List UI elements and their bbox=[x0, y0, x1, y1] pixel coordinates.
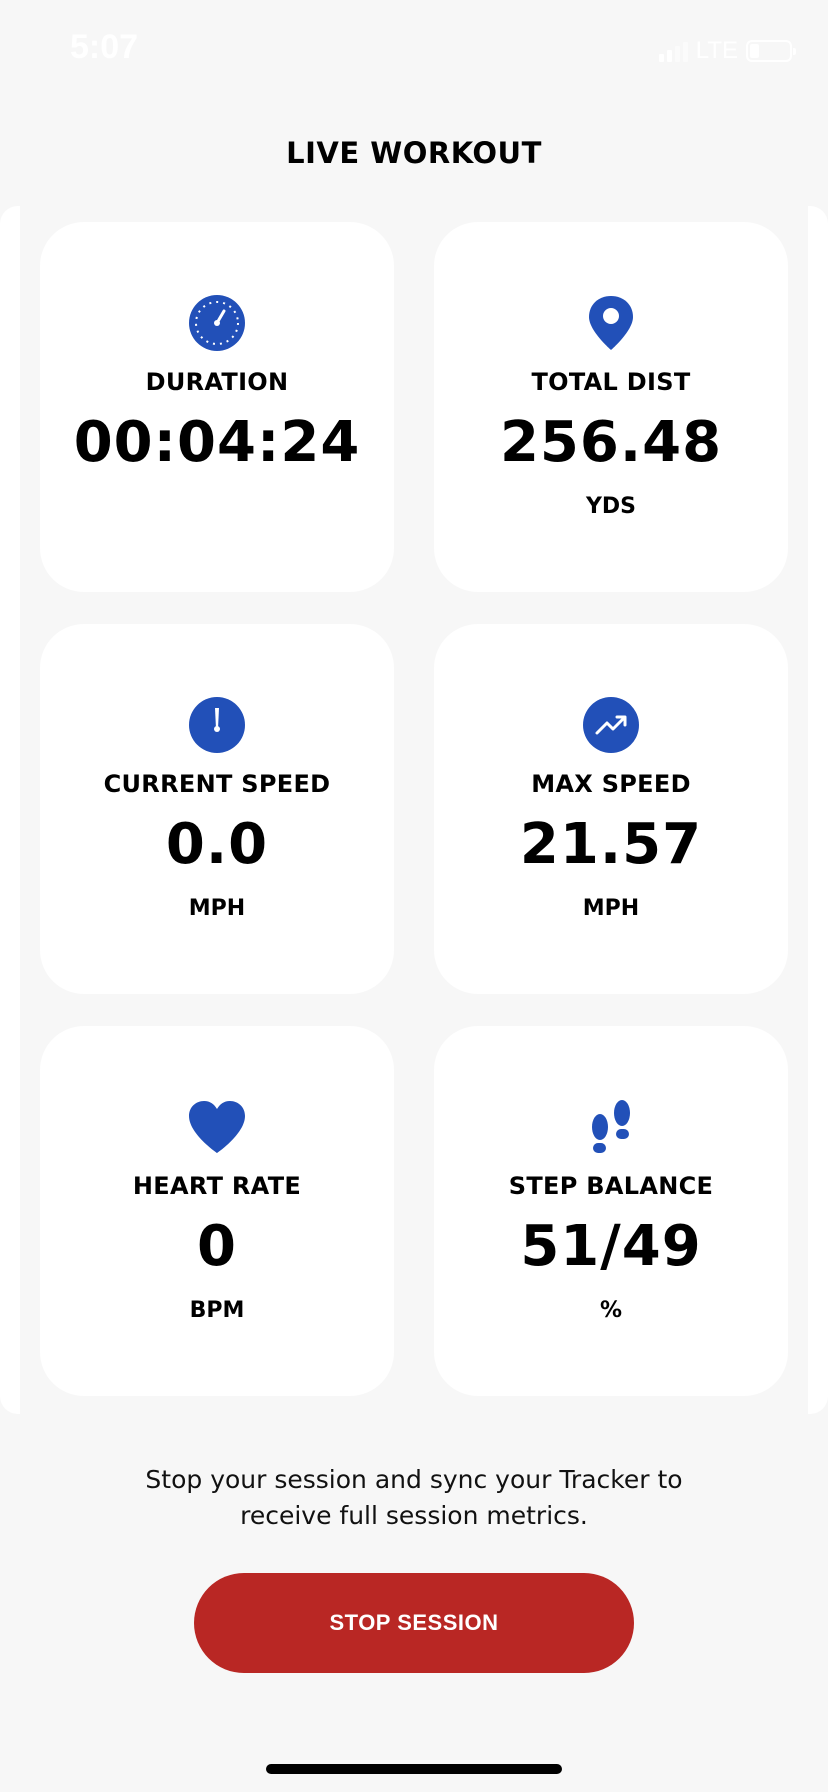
step-balance-card: STEP BALANCE 51/49 % bbox=[434, 1026, 788, 1396]
heart-rate-unit: BPM bbox=[189, 1298, 245, 1323]
duration-card: DURATION 00:04:24 bbox=[40, 222, 394, 592]
duration-label: DURATION bbox=[145, 368, 289, 396]
step-balance-unit: % bbox=[599, 1298, 623, 1323]
signal-icon bbox=[658, 40, 688, 62]
max-speed-label: MAX SPEED bbox=[531, 770, 691, 798]
current-speed-value: 0.0 bbox=[165, 812, 269, 877]
status-time: 5:07 bbox=[70, 28, 139, 66]
current-speed-label: CURRENT SPEED bbox=[103, 770, 331, 798]
battery-icon bbox=[746, 40, 796, 62]
page-title: LIVE WORKOUT bbox=[286, 136, 542, 170]
heart-rate-value: 0 bbox=[197, 1214, 237, 1279]
status-indicators: LTE bbox=[658, 36, 796, 66]
stopwatch-icon bbox=[40, 292, 394, 354]
total-distance-label: TOTAL DIST bbox=[531, 368, 691, 396]
trend-up-icon bbox=[434, 694, 788, 756]
footsteps-icon bbox=[434, 1096, 788, 1158]
total-distance-unit: YDS bbox=[585, 494, 637, 519]
heart-icon bbox=[40, 1096, 394, 1158]
stop-session-button[interactable]: STOP SESSION bbox=[194, 1573, 634, 1673]
max-speed-card: MAX SPEED 21.57 MPH bbox=[434, 624, 788, 994]
current-speed-card: CURRENT SPEED 0.0 MPH bbox=[40, 624, 394, 994]
current-speed-unit: MPH bbox=[188, 896, 246, 921]
step-balance-value: 51/49 bbox=[520, 1214, 702, 1279]
metrics-grid: DURATION 00:04:24 TOTAL DIST 256.48 YDS bbox=[20, 206, 808, 1414]
total-distance-value: 256.48 bbox=[499, 410, 723, 475]
sync-instruction-text: Stop your session and sync your Tracker … bbox=[145, 1465, 683, 1530]
max-speed-unit: MPH bbox=[582, 896, 640, 921]
home-indicator[interactable] bbox=[266, 1764, 562, 1774]
step-balance-label: STEP BALANCE bbox=[508, 1172, 714, 1200]
metrics-panel: DURATION 00:04:24 TOTAL DIST 256.48 YDS bbox=[0, 206, 828, 1414]
location-pin-icon bbox=[434, 292, 788, 354]
network-type: LTE bbox=[695, 37, 738, 64]
status-bar: 5:07 LTE bbox=[0, 0, 828, 100]
heart-rate-card: HEART RATE 0 BPM bbox=[40, 1026, 394, 1396]
gauge-icon bbox=[40, 694, 394, 756]
heart-rate-label: HEART RATE bbox=[132, 1172, 302, 1200]
duration-value: 00:04:24 bbox=[73, 410, 361, 475]
max-speed-value: 21.57 bbox=[519, 812, 703, 877]
total-distance-card: TOTAL DIST 256.48 YDS bbox=[434, 222, 788, 592]
